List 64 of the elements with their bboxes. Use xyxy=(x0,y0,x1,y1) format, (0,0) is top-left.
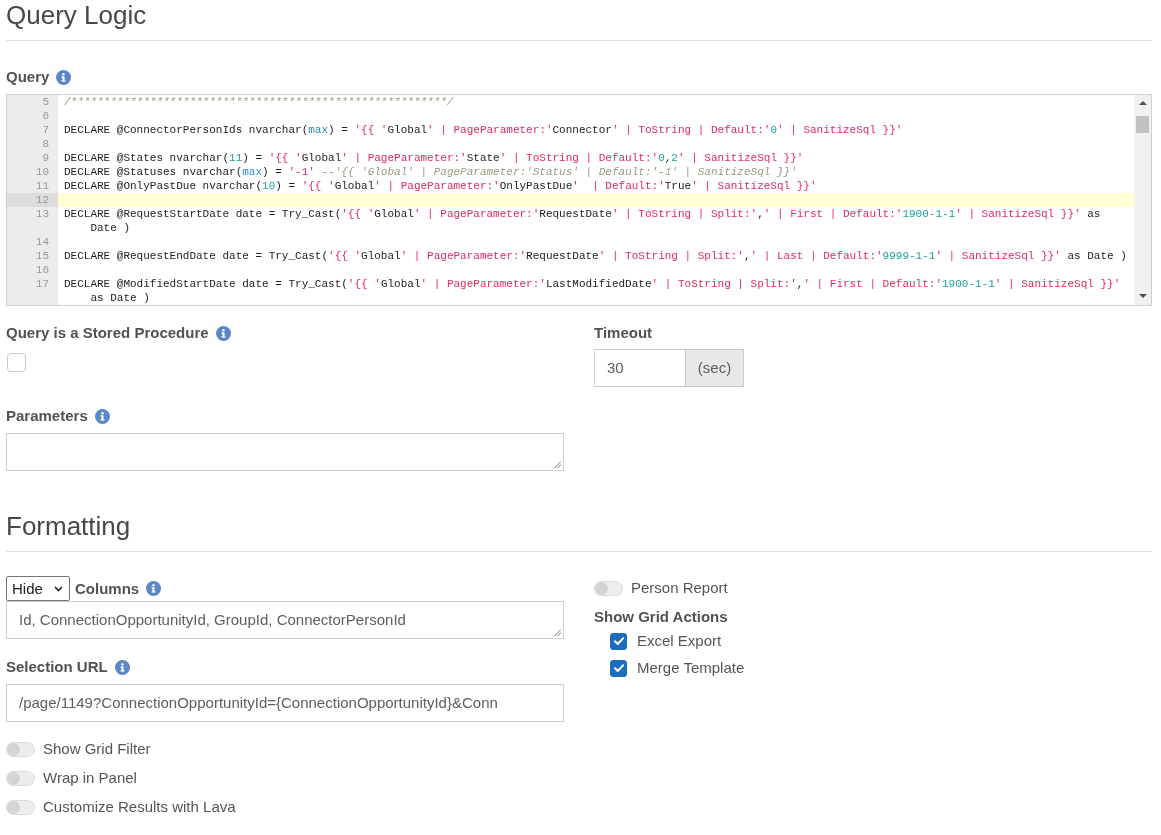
toggle-switch[interactable] xyxy=(6,799,35,815)
line-number: 13 xyxy=(7,207,58,235)
option-label: Merge Template xyxy=(637,658,745,678)
field-label: Timeout xyxy=(594,323,653,343)
line-number: 11 xyxy=(7,179,58,193)
section-heading: Query Logic xyxy=(6,0,148,30)
scrollbar-thumb[interactable] xyxy=(1136,116,1149,133)
unit-label: (sec) xyxy=(686,349,744,387)
info-icon[interactable] xyxy=(114,659,130,675)
info-icon[interactable] xyxy=(146,581,162,596)
checkbox[interactable] xyxy=(7,352,26,372)
line-number: 9 xyxy=(7,151,58,165)
checkbox[interactable] xyxy=(610,659,627,677)
field-label: Columns xyxy=(75,578,140,599)
line-number: 16 xyxy=(7,263,58,277)
option-label: Wrap in Panel xyxy=(43,768,137,788)
url-field[interactable]: /page/1149?ConnectionOpportunityId={ConnectionOpportunityId}&Conn xyxy=(6,684,564,722)
info-icon[interactable] xyxy=(56,69,72,85)
code-editor[interactable] xyxy=(6,94,1152,306)
line-number: 6 xyxy=(7,109,58,123)
line-number: 8 xyxy=(7,137,58,151)
field-label: Parameters xyxy=(6,406,88,426)
dropdown[interactable]: Hide xyxy=(6,576,70,601)
line-number: 12 xyxy=(7,193,58,207)
timeout-field[interactable]: 30 xyxy=(594,349,686,387)
info-icon[interactable] xyxy=(215,325,231,341)
checkmark-icon xyxy=(613,664,624,672)
scroll-down-arrow-icon[interactable] xyxy=(1138,294,1147,298)
code-line: DECLARE @Statuses nvarchar(max) = '-1' --'{{ 'Global' | PageParameter:'Status' | Default:'-1' | SanitizeSql }}' xyxy=(63,165,798,179)
line-number: 17 xyxy=(7,277,58,305)
parameters-field[interactable] xyxy=(6,433,564,471)
code-line: DECLARE @RequestStartDate date = Try_Cast('{{ 'Global' | PageParameter:'RequestDate' | ToString | Split:',' | First | Default:'1900-1-1' | SanitizeSql }}' as Date ) xyxy=(63,207,1102,235)
chevron-down-icon xyxy=(54,585,63,592)
scrollbar[interactable] xyxy=(1134,95,1151,305)
code-line: DECLARE @States nvarchar(11) = '{{ 'Global' | PageParameter:'State' | ToString | Default:'0,2' | SanitizeSql }}' xyxy=(63,151,805,165)
resize-grip-icon[interactable] xyxy=(554,461,561,468)
scroll-up-arrow-icon[interactable] xyxy=(1138,101,1147,105)
columns-field[interactable]: Id, ConnectionOpportunityId, GroupId, ConnectorPersonId xyxy=(6,601,564,639)
line-number: 15 xyxy=(7,249,58,263)
field-label: Selection URL xyxy=(6,657,108,677)
code-line: DECLARE @ConnectorPersonIds nvarchar(max) = '{{ 'Global' | PageParameter:'Connector' | ToString | Default:'0' | SanitizeSql }}' xyxy=(63,123,904,137)
option-label: Customize Results with Lava xyxy=(43,797,236,817)
code-line: DECLARE @OnlyPastDue nvarchar(10) = '{{ 'Global' | PageParameter:'OnlyPastDue' | Default:'True' | SanitizeSql }}' xyxy=(63,179,818,193)
line-number: 5 xyxy=(7,95,58,109)
checkmark-icon xyxy=(613,637,624,645)
code-line: DECLARE @ModifiedStartDate date = Try_Cast('{{ 'Global' | PageParameter:'LastModifiedDate' | ToString | Split:',' | First | Default:'1900-1-1' | SanitizeSql }}' as Date ) xyxy=(63,277,1122,305)
toggle-switch[interactable] xyxy=(6,741,35,757)
code-line: DECLARE @RequestEndDate date = Try_Cast('{{ 'Global' | PageParameter:'RequestDate' | ToString | Split:',' | Last | Default:'9999-1-1' | SanitizeSql }}' as Date ) xyxy=(63,249,1128,263)
line-number: 10 xyxy=(7,165,58,179)
field-label: Show Grid Actions xyxy=(594,607,728,627)
option-label: Excel Export xyxy=(637,631,722,651)
field-label: Query is a Stored Procedure xyxy=(6,323,209,343)
line-number: 14 xyxy=(7,235,58,249)
checkbox[interactable] xyxy=(610,632,627,650)
code-line: /*********************************************************/ xyxy=(63,95,455,109)
info-icon[interactable] xyxy=(94,408,110,424)
line-number: 7 xyxy=(7,123,58,137)
toggle-switch[interactable] xyxy=(594,580,623,596)
option-label: Show Grid Filter xyxy=(43,739,151,759)
option-label: Person Report xyxy=(631,578,728,598)
resize-grip-icon[interactable] xyxy=(554,629,561,636)
field-label: Query xyxy=(6,67,50,87)
toggle-switch[interactable] xyxy=(6,770,35,786)
section-heading: Formatting xyxy=(6,511,132,541)
